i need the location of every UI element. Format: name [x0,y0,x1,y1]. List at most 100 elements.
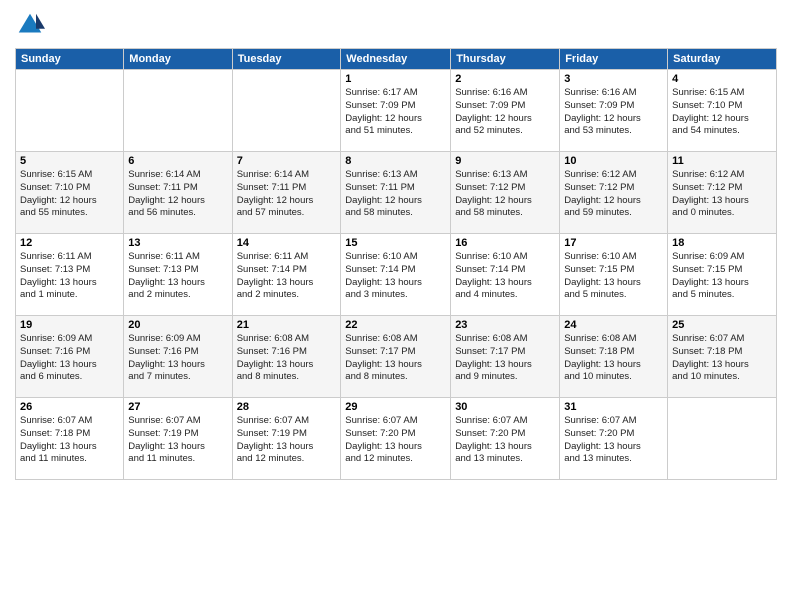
weekday-header: Wednesday [341,49,451,70]
day-number: 24 [564,319,663,331]
calendar-week-row: 26Sunrise: 6:07 AM Sunset: 7:18 PM Dayli… [16,398,777,480]
logo-icon [15,10,45,40]
cell-info: Sunrise: 6:08 AM Sunset: 7:17 PM Dayligh… [345,333,446,384]
weekday-header: Friday [560,49,668,70]
page-container: SundayMondayTuesdayWednesdayThursdayFrid… [0,0,792,490]
calendar-week-row: 19Sunrise: 6:09 AM Sunset: 7:16 PM Dayli… [16,316,777,398]
cell-info: Sunrise: 6:07 AM Sunset: 7:20 PM Dayligh… [345,415,446,466]
calendar-cell [124,70,232,152]
day-number: 23 [455,319,555,331]
day-number: 6 [128,155,227,167]
calendar-cell: 6Sunrise: 6:14 AM Sunset: 7:11 PM Daylig… [124,152,232,234]
weekday-header: Saturday [668,49,777,70]
calendar-cell: 15 Sunrise: 6:10 AM Sunset: 7:14 PM Dayli… [341,234,451,316]
cell-info: Sunrise: 6:16 AM Sunset: 7:09 PM Dayligh… [564,87,663,138]
cell-info: Sunrise: 6:10 AM Sunset: 7:14 PM Dayligh… [455,251,555,302]
calendar-cell: 29 Sunrise: 6:07 AM Sunset: 7:20 PM Dayli… [341,398,451,480]
cell-info: Sunrise: 6:12 AM Sunset: 7:12 PM Dayligh… [672,169,772,220]
day-number: 2 [455,73,555,85]
calendar-cell: 13 Sunrise: 6:11 AM Sunset: 7:13 PM Dayli… [124,234,232,316]
calendar-week-row: 12 Sunrise: 6:11 AM Sunset: 7:13 PM Dayli… [16,234,777,316]
day-number: 15 [345,237,446,249]
day-number: 25 [672,319,772,331]
calendar-cell: 17 Sunrise: 6:10 AM Sunset: 7:15 PM Dayli… [560,234,668,316]
day-number: 3 [564,73,663,85]
day-number: 17 [564,237,663,249]
calendar-cell: 18 Sunrise: 6:09 AM Sunset: 7:15 PM Dayli… [668,234,777,316]
day-number: 28 [237,401,337,413]
calendar-cell: 16 Sunrise: 6:10 AM Sunset: 7:14 PM Dayli… [451,234,560,316]
cell-info: Sunrise: 6:08 AM Sunset: 7:17 PM Dayligh… [455,333,555,384]
weekday-header: Monday [124,49,232,70]
cell-info: Sunrise: 6:07 AM Sunset: 7:20 PM Dayligh… [564,415,663,466]
day-number: 30 [455,401,555,413]
calendar-cell: 27 Sunrise: 6:07 AM Sunset: 7:19 PM Dayli… [124,398,232,480]
cell-info: Sunrise: 6:14 AM Sunset: 7:11 PM Dayligh… [237,169,337,220]
weekday-header: Thursday [451,49,560,70]
calendar-cell: 30 Sunrise: 6:07 AM Sunset: 7:20 PM Dayli… [451,398,560,480]
day-number: 10 [564,155,663,167]
calendar-cell: 14Sunrise: 6:11 AM Sunset: 7:14 PM Dayli… [232,234,341,316]
calendar-cell: 2 Sunrise: 6:16 AM Sunset: 7:09 PM Daylig… [451,70,560,152]
calendar-cell [16,70,124,152]
calendar-cell: 21Sunrise: 6:08 AM Sunset: 7:16 PM Dayli… [232,316,341,398]
day-number: 7 [237,155,337,167]
day-number: 13 [128,237,227,249]
day-number: 22 [345,319,446,331]
page-header [15,10,777,40]
cell-info: Sunrise: 6:16 AM Sunset: 7:09 PM Dayligh… [455,87,555,138]
calendar-cell: 26Sunrise: 6:07 AM Sunset: 7:18 PM Dayli… [16,398,124,480]
cell-info: Sunrise: 6:13 AM Sunset: 7:11 PM Dayligh… [345,169,446,220]
calendar-cell: 22 Sunrise: 6:08 AM Sunset: 7:17 PM Dayli… [341,316,451,398]
cell-info: Sunrise: 6:09 AM Sunset: 7:16 PM Dayligh… [20,333,119,384]
day-number: 20 [128,319,227,331]
calendar-cell: 12 Sunrise: 6:11 AM Sunset: 7:13 PM Dayli… [16,234,124,316]
day-number: 31 [564,401,663,413]
cell-info: Sunrise: 6:07 AM Sunset: 7:19 PM Dayligh… [128,415,227,466]
cell-info: Sunrise: 6:15 AM Sunset: 7:10 PM Dayligh… [20,169,119,220]
day-number: 4 [672,73,772,85]
cell-info: Sunrise: 6:13 AM Sunset: 7:12 PM Dayligh… [455,169,555,220]
cell-info: Sunrise: 6:11 AM Sunset: 7:13 PM Dayligh… [128,251,227,302]
calendar-cell: 23 Sunrise: 6:08 AM Sunset: 7:17 PM Dayli… [451,316,560,398]
calendar-cell: 10 Sunrise: 6:12 AM Sunset: 7:12 PM Dayli… [560,152,668,234]
cell-info: Sunrise: 6:17 AM Sunset: 7:09 PM Dayligh… [345,87,446,138]
cell-info: Sunrise: 6:10 AM Sunset: 7:14 PM Dayligh… [345,251,446,302]
calendar-cell: 9 Sunrise: 6:13 AM Sunset: 7:12 PM Daylig… [451,152,560,234]
day-number: 18 [672,237,772,249]
calendar-cell: 7 Sunrise: 6:14 AM Sunset: 7:11 PM Daylig… [232,152,341,234]
day-number: 12 [20,237,119,249]
day-number: 1 [345,73,446,85]
day-number: 5 [20,155,119,167]
calendar-week-row: 1 Sunrise: 6:17 AM Sunset: 7:09 PM Daylig… [16,70,777,152]
cell-info: Sunrise: 6:09 AM Sunset: 7:15 PM Dayligh… [672,251,772,302]
cell-info: Sunrise: 6:11 AM Sunset: 7:13 PM Dayligh… [20,251,119,302]
calendar-header-row: SundayMondayTuesdayWednesdayThursdayFrid… [16,49,777,70]
logo [15,10,47,40]
calendar-cell: 8Sunrise: 6:13 AM Sunset: 7:11 PM Daylig… [341,152,451,234]
calendar-cell [232,70,341,152]
calendar-cell: 28 Sunrise: 6:07 AM Sunset: 7:19 PM Dayli… [232,398,341,480]
cell-info: Sunrise: 6:07 AM Sunset: 7:18 PM Dayligh… [20,415,119,466]
cell-info: Sunrise: 6:07 AM Sunset: 7:20 PM Dayligh… [455,415,555,466]
day-number: 9 [455,155,555,167]
calendar-cell: 19Sunrise: 6:09 AM Sunset: 7:16 PM Dayli… [16,316,124,398]
cell-info: Sunrise: 6:15 AM Sunset: 7:10 PM Dayligh… [672,87,772,138]
calendar-cell: 11Sunrise: 6:12 AM Sunset: 7:12 PM Dayli… [668,152,777,234]
calendar-week-row: 5 Sunrise: 6:15 AM Sunset: 7:10 PM Daylig… [16,152,777,234]
day-number: 14 [237,237,337,249]
calendar-cell: 1 Sunrise: 6:17 AM Sunset: 7:09 PM Daylig… [341,70,451,152]
day-number: 16 [455,237,555,249]
calendar-cell: 5 Sunrise: 6:15 AM Sunset: 7:10 PM Daylig… [16,152,124,234]
calendar-cell [668,398,777,480]
calendar-cell: 31 Sunrise: 6:07 AM Sunset: 7:20 PM Dayli… [560,398,668,480]
cell-info: Sunrise: 6:10 AM Sunset: 7:15 PM Dayligh… [564,251,663,302]
cell-info: Sunrise: 6:07 AM Sunset: 7:19 PM Dayligh… [237,415,337,466]
calendar-table: SundayMondayTuesdayWednesdayThursdayFrid… [15,48,777,480]
cell-info: Sunrise: 6:09 AM Sunset: 7:16 PM Dayligh… [128,333,227,384]
day-number: 29 [345,401,446,413]
cell-info: Sunrise: 6:12 AM Sunset: 7:12 PM Dayligh… [564,169,663,220]
day-number: 27 [128,401,227,413]
cell-info: Sunrise: 6:08 AM Sunset: 7:18 PM Dayligh… [564,333,663,384]
calendar-cell: 4 Sunrise: 6:15 AM Sunset: 7:10 PM Daylig… [668,70,777,152]
